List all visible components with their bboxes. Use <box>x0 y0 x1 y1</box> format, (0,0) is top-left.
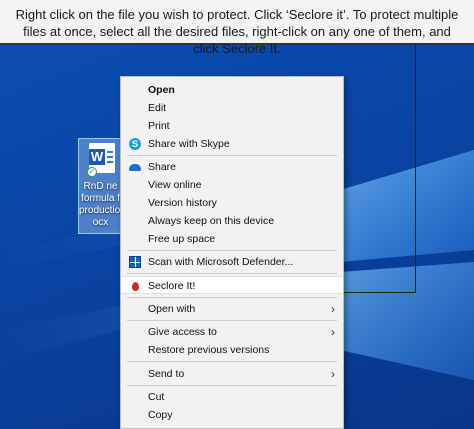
context-menu: Open Edit Print S Share with Skype Share… <box>120 76 344 429</box>
menu-item-edit[interactable]: Edit <box>121 99 343 117</box>
menu-item-share[interactable]: Share <box>121 158 343 176</box>
menu-item-scan-defender[interactable]: Scan with Microsoft Defender... <box>121 253 343 271</box>
menu-item-version-history[interactable]: Version history <box>121 194 343 212</box>
desktop-file-item[interactable]: W ✓ RnD ne formula f production ocx <box>78 138 122 234</box>
menu-separator <box>127 320 337 321</box>
menu-item-seclore-it[interactable]: Seclore It! <box>121 276 343 294</box>
menu-item-give-access-to[interactable]: Give access to › <box>121 323 343 341</box>
menu-item-label: Share <box>148 161 177 173</box>
menu-item-label: Restore previous versions <box>148 344 270 356</box>
menu-separator <box>127 250 337 251</box>
menu-item-label: Always keep on this device <box>148 215 275 227</box>
menu-item-label: Open <box>148 84 175 96</box>
synced-check-icon: ✓ <box>87 167 97 177</box>
menu-item-label: Send to <box>148 368 185 380</box>
menu-item-open-with[interactable]: Open with › <box>121 300 343 318</box>
menu-item-open[interactable]: Open <box>121 81 343 99</box>
file-name-label: RnD ne formula f production ocx <box>79 181 122 228</box>
onedrive-cloud-icon <box>129 164 141 171</box>
menu-item-label: Edit <box>148 102 167 114</box>
menu-item-label: Share with Skype <box>148 138 230 150</box>
menu-item-copy[interactable]: Copy <box>121 406 343 424</box>
menu-item-restore-previous-versions[interactable]: Restore previous versions <box>121 341 343 359</box>
menu-separator <box>127 385 337 386</box>
menu-item-cut[interactable]: Cut <box>121 388 343 406</box>
menu-separator <box>127 361 337 362</box>
menu-item-label: Scan with Microsoft Defender... <box>148 256 294 268</box>
menu-separator <box>127 273 337 274</box>
menu-item-view-online[interactable]: View online <box>121 176 343 194</box>
menu-separator <box>127 155 337 156</box>
menu-item-label: Cut <box>148 391 165 403</box>
menu-item-label: Free up space <box>148 233 216 245</box>
chevron-right-icon: › <box>331 367 335 381</box>
menu-item-label: Version history <box>148 197 217 209</box>
defender-icon <box>129 256 141 268</box>
chevron-right-icon: › <box>331 302 335 316</box>
menu-item-label: Print <box>148 120 170 132</box>
menu-item-label: Open with <box>148 303 196 315</box>
menu-separator <box>127 297 337 298</box>
menu-item-label: Copy <box>148 409 173 421</box>
callout-line <box>415 45 416 293</box>
menu-item-label: Seclore It! <box>148 280 196 292</box>
seclore-drop-icon <box>132 282 139 291</box>
menu-item-label: View online <box>148 179 202 191</box>
menu-item-always-keep[interactable]: Always keep on this device <box>121 212 343 230</box>
instruction-banner: Right click on the file you wish to prot… <box>0 0 474 56</box>
menu-item-label: Give access to <box>148 326 217 338</box>
menu-item-send-to[interactable]: Send to › <box>121 365 343 383</box>
menu-item-free-up-space[interactable]: Free up space <box>121 230 343 248</box>
skype-icon: S <box>129 138 141 150</box>
menu-item-share-with-skype[interactable]: S Share with Skype <box>121 135 343 153</box>
menu-item-print[interactable]: Print <box>121 117 343 135</box>
chevron-right-icon: › <box>331 325 335 339</box>
